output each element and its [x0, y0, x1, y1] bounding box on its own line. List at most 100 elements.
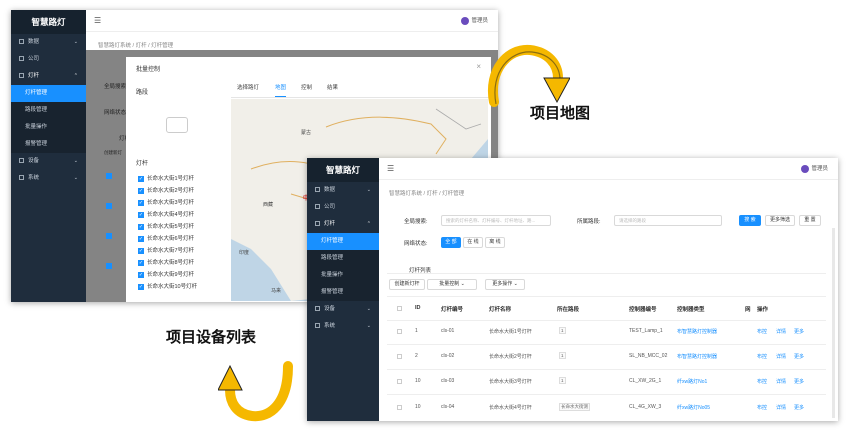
- col-name[interactable]: 灯杆名称: [489, 305, 511, 313]
- col-id[interactable]: ID: [415, 305, 421, 311]
- menu-data[interactable]: 数据 ⌄: [307, 182, 379, 199]
- bg-checkbox: [106, 173, 112, 179]
- breadcrumb: 智慧路灯系统 / 灯杆 / 灯杆管理: [389, 191, 465, 197]
- tab-control[interactable]: 控制: [301, 83, 312, 91]
- lamp-checkbox[interactable]: ✓ 长命水大街2号灯杆: [138, 186, 194, 194]
- submenu-lamp-manage[interactable]: 灯杆管理: [307, 233, 379, 250]
- road-select[interactable]: 请选择的路段: [614, 215, 722, 226]
- dialog-tabs: 选择路灯 地图 控制 结果: [231, 81, 491, 98]
- menu-device[interactable]: 设备 ⌄: [11, 153, 86, 170]
- cell-ctrl-type[interactable]: 纤xw路灯No1: [677, 378, 707, 385]
- menu-lamp[interactable]: 灯杆 ⌃: [11, 68, 86, 85]
- caption-map: 项目地图: [530, 105, 591, 122]
- more-link[interactable]: 更多: [794, 404, 804, 411]
- create-lamp-button[interactable]: 创建新灯杆: [389, 279, 425, 290]
- control-link[interactable]: 布控: [757, 328, 767, 335]
- menu-system[interactable]: 系统 ⌄: [307, 318, 379, 335]
- menu-device[interactable]: 设备 ⌄: [307, 301, 379, 318]
- grid-icon: [19, 39, 24, 45]
- more-actions-button[interactable]: 更多操作 ⌄: [485, 279, 525, 290]
- grid-icon: [19, 73, 24, 79]
- submenu-batch[interactable]: 批量操作: [11, 119, 86, 136]
- menu-toggle-icon[interactable]: ☰: [387, 164, 394, 173]
- divider: [387, 369, 826, 370]
- filter-offline-button[interactable]: 离 线: [485, 237, 505, 248]
- submenu-road-manage[interactable]: 路段管理: [307, 250, 379, 267]
- chevron-up-icon: ⌃: [73, 73, 78, 79]
- detail-link[interactable]: 详情: [776, 378, 786, 385]
- control-link[interactable]: 布控: [757, 353, 767, 360]
- submenu-alarm[interactable]: 报警管理: [11, 136, 86, 153]
- menu-data[interactable]: 数据 ⌄: [11, 34, 86, 51]
- more-link[interactable]: 更多: [794, 328, 804, 335]
- col-road[interactable]: 所在路段: [557, 305, 579, 313]
- breadcrumb: 智慧路灯系统 / 灯杆 / 灯杆管理: [98, 43, 174, 49]
- lamp-checkbox[interactable]: ✓ 长命水大街5号灯杆: [138, 222, 194, 230]
- menu-lamp[interactable]: 灯杆 ⌃: [307, 216, 379, 233]
- cell-id: 1: [415, 328, 418, 334]
- grid-icon: [19, 56, 24, 62]
- detail-link[interactable]: 详情: [776, 328, 786, 335]
- grid-icon: [315, 221, 320, 227]
- lamp-checkbox[interactable]: ✓ 长命水大街4号灯杆: [138, 210, 194, 218]
- tab-map[interactable]: 地图: [275, 83, 287, 97]
- submenu-road-manage[interactable]: 路段管理: [11, 102, 86, 119]
- search-button[interactable]: 搜 索: [739, 215, 761, 226]
- filter-all-button[interactable]: 全 部: [441, 237, 461, 248]
- col-ctrl-code[interactable]: 控制器编号: [629, 305, 657, 313]
- filter-online-button[interactable]: 在 线: [463, 237, 483, 248]
- lamp-checkbox[interactable]: ✓ 长命水大街8号灯杆: [138, 258, 194, 266]
- search-input[interactable]: 搜索的灯杆名称、灯杆编号、灯杆地址、路...: [441, 215, 551, 226]
- select-all-checkbox[interactable]: [397, 306, 402, 311]
- reset-button[interactable]: 重 置: [799, 215, 821, 226]
- bg-checkbox: [106, 203, 112, 209]
- detail-link[interactable]: 详情: [776, 404, 786, 411]
- check-icon: ✓: [138, 223, 144, 230]
- col-actions: 操作: [757, 307, 769, 313]
- check-icon: ✓: [138, 259, 144, 266]
- user-menu[interactable]: 管理员: [461, 16, 488, 25]
- lamp-checkbox[interactable]: ✓ 长命水大街3号灯杆: [138, 198, 194, 206]
- submenu-alarm[interactable]: 报警管理: [307, 284, 379, 301]
- cell-ctrl-type[interactable]: 布智慧路灯控制器: [677, 353, 717, 360]
- menu-company[interactable]: 公司: [307, 199, 379, 216]
- control-link[interactable]: 布控: [757, 378, 767, 385]
- row-checkbox[interactable]: [397, 405, 402, 410]
- control-link[interactable]: 布控: [757, 404, 767, 411]
- lamp-checkbox[interactable]: ✓ 长命水大街7号灯杆: [138, 246, 194, 254]
- cell-name: 长命水大街3号灯杆: [489, 379, 532, 385]
- more-link[interactable]: 更多: [794, 378, 804, 385]
- row-checkbox[interactable]: [397, 354, 402, 359]
- chevron-down-icon: ⌄: [366, 306, 371, 312]
- menu-company[interactable]: 公司: [11, 51, 86, 68]
- scrollbar[interactable]: [832, 228, 835, 418]
- cell-name: 长命水大街2号灯杆: [489, 354, 532, 360]
- menu-system[interactable]: 系统 ⌄: [11, 170, 86, 187]
- cell-ctrl-type[interactable]: 纤xw路灯No05: [677, 404, 710, 411]
- grid-icon: [19, 158, 24, 164]
- submenu-batch[interactable]: 批量操作: [307, 267, 379, 284]
- lamp-checkbox[interactable]: ✓ 长命水大街10号灯杆: [138, 282, 197, 290]
- row-checkbox[interactable]: [397, 379, 402, 384]
- cell-code: cls-04: [441, 404, 455, 410]
- net-status-label: 网络状态:: [404, 241, 428, 247]
- menu-toggle-icon[interactable]: ☰: [94, 16, 101, 25]
- chevron-down-icon: ⌄: [73, 158, 78, 164]
- tab-select-lamp[interactable]: 选择路灯: [237, 83, 259, 91]
- lamp-checkbox[interactable]: ✓ 长命水大街1号灯杆: [138, 174, 194, 182]
- tab-result[interactable]: 结果: [327, 83, 338, 91]
- lamp-checkbox[interactable]: ✓ 长命水大街9号灯杆: [138, 270, 194, 278]
- detail-link[interactable]: 详情: [776, 353, 786, 360]
- submenu-lamp-manage[interactable]: 灯杆管理: [11, 85, 86, 102]
- row-checkbox[interactable]: [397, 329, 402, 334]
- more-filter-button[interactable]: 更多筛选: [765, 215, 795, 226]
- cell-road: 1: [559, 327, 566, 334]
- col-ctrl-type[interactable]: 控制器类型: [677, 305, 705, 313]
- lamp-checkbox[interactable]: ✓ 长命水大街6号灯杆: [138, 234, 194, 242]
- check-icon: ✓: [138, 211, 144, 218]
- cell-ctrl-type[interactable]: 布智慧路灯控制器: [677, 328, 717, 335]
- col-code[interactable]: 灯杆编号: [441, 305, 463, 313]
- batch-control-button[interactable]: 批量控制 ⌄: [427, 279, 477, 290]
- more-link[interactable]: 更多: [794, 353, 804, 360]
- user-menu[interactable]: 管理员: [801, 164, 828, 173]
